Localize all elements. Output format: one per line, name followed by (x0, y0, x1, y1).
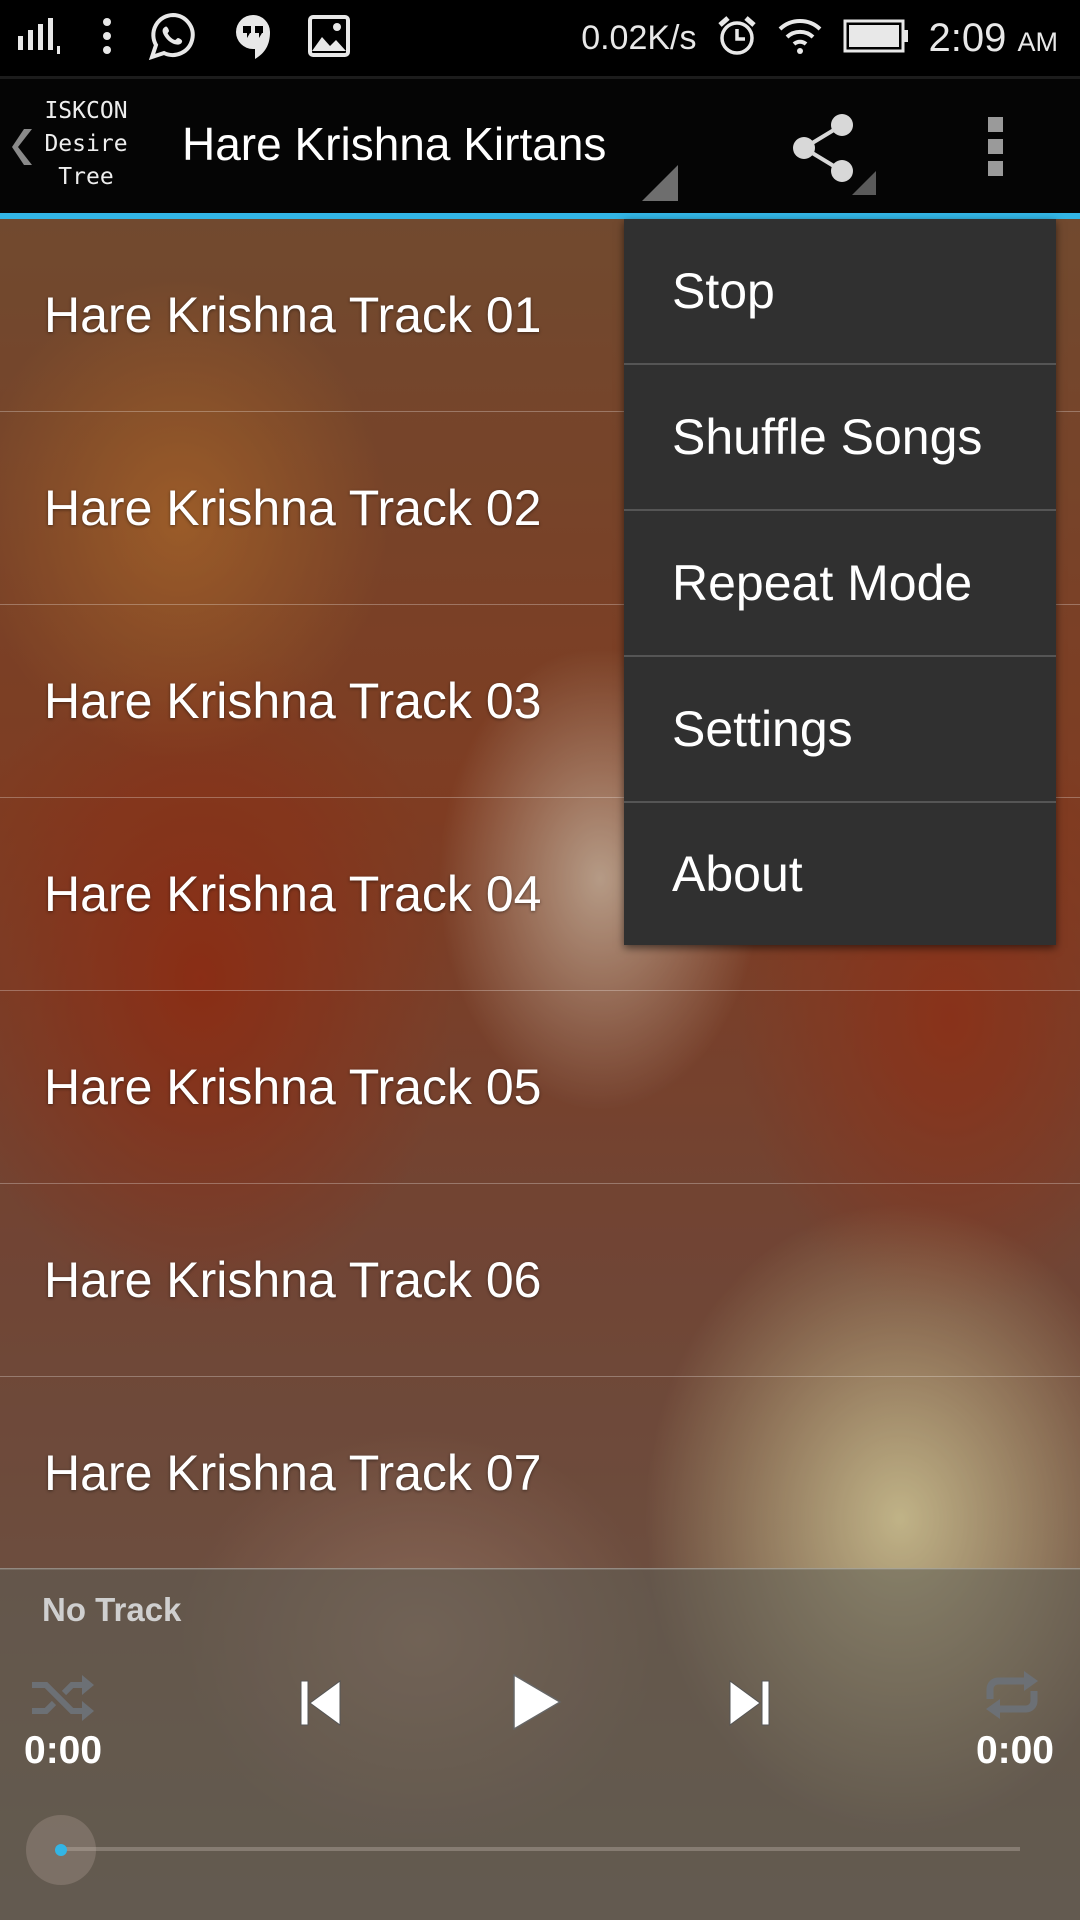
signal-icon (16, 16, 66, 61)
track-title: Hare Krishna Track 02 (44, 480, 542, 536)
logo-line: Desire (44, 131, 128, 157)
skip-next-icon (724, 1680, 774, 1735)
menu-item-repeat-mode[interactable]: Repeat Mode (624, 511, 1056, 657)
overflow-menu-button[interactable] (960, 99, 1032, 199)
menu-item-about[interactable]: About (624, 803, 1056, 945)
menu-item-shuffle-songs[interactable]: Shuffle Songs (624, 365, 1056, 511)
now-playing-title: No Track (42, 1591, 182, 1628)
track-item[interactable]: Hare Krishna Track 07 (0, 1377, 1080, 1570)
app-logo: ISKCON Desire Tree (36, 95, 136, 194)
menu-item-stop[interactable]: Stop (624, 219, 1056, 365)
battery-icon (843, 19, 909, 58)
menu-item-settings[interactable]: Settings (624, 657, 1056, 803)
shuffle-button[interactable] (28, 1673, 98, 1728)
seek-track[interactable] (60, 1847, 1020, 1851)
logo-line: ISKCON (44, 98, 128, 124)
action-bar: ISKCON Desire Tree Hare Krishna Kirtans (0, 79, 1080, 213)
clock-ampm: AM (1017, 26, 1059, 57)
total-time: 0:00 (975, 1729, 1054, 1772)
network-speed: 0.02K/s (581, 18, 697, 57)
clock-time: 2:09 (928, 15, 1007, 60)
track-item[interactable]: Hare Krishna Track 06 (0, 1184, 1080, 1377)
current-time: 0:00 (24, 1729, 103, 1772)
dropdown-corner-icon (642, 165, 678, 201)
clock: 2:09 AM (929, 16, 1058, 61)
logo-line: Tree (58, 164, 114, 190)
play-icon (508, 1673, 564, 1739)
page-title: Hare Krishna Kirtans (182, 118, 607, 170)
track-title: Hare Krishna Track 03 (44, 673, 542, 729)
chevron-left-icon (12, 127, 34, 172)
alarm-icon (717, 15, 757, 62)
repeat-icon (982, 1671, 1042, 1725)
track-title: Hare Krishna Track 04 (44, 866, 542, 922)
share-dropdown-corner-icon (852, 171, 876, 195)
next-button[interactable] (724, 1675, 774, 1736)
title-spinner[interactable]: Hare Krishna Kirtans (170, 79, 680, 213)
player-panel: No Track 0:00 0:00 (0, 1568, 1080, 1920)
seek-thumb[interactable] (55, 1844, 67, 1856)
skip-previous-icon (296, 1680, 346, 1735)
gallery-icon (308, 14, 350, 62)
hangouts-icon (232, 11, 274, 66)
more-notifications-icon (100, 16, 114, 61)
share-button[interactable] (780, 99, 890, 199)
status-bar: 0.02K/s 2:09 AM (0, 0, 1080, 79)
play-button[interactable] (508, 1669, 564, 1740)
home-up-button[interactable]: ISKCON Desire Tree (0, 79, 150, 213)
track-item[interactable]: Hare Krishna Track 05 (0, 991, 1080, 1184)
track-title: Hare Krishna Track 01 (44, 287, 542, 343)
whatsapp-icon (148, 11, 198, 66)
repeat-button[interactable] (982, 1669, 1042, 1726)
track-title: Hare Krishna Track 06 (44, 1252, 542, 1308)
track-title: Hare Krishna Track 05 (44, 1059, 542, 1115)
track-title: Hare Krishna Track 07 (44, 1445, 542, 1501)
wifi-icon (777, 17, 823, 60)
shuffle-icon (28, 1675, 98, 1727)
previous-button[interactable] (296, 1675, 346, 1736)
overflow-menu: Stop Shuffle Songs Repeat Mode Settings … (624, 219, 1056, 945)
share-icon (792, 113, 858, 188)
